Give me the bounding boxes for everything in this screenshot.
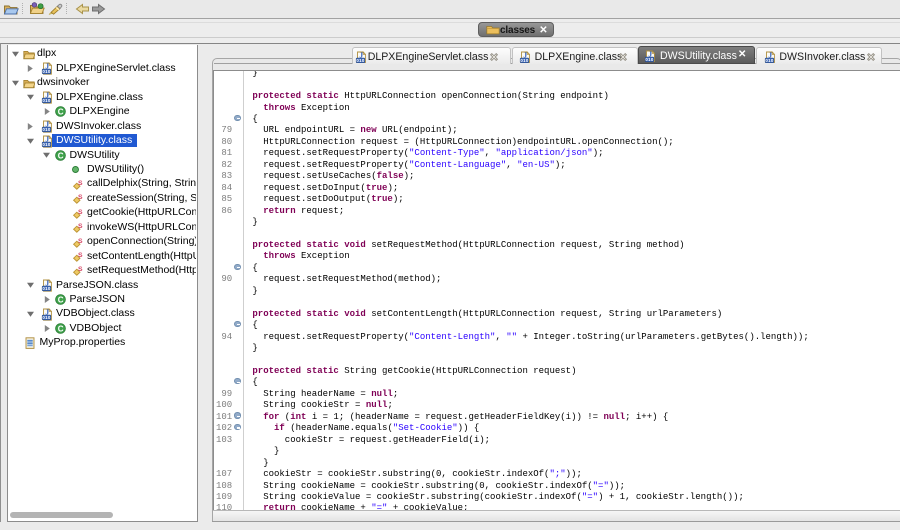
svg-text:S: S [78,267,83,274]
svg-text:010: 010 [42,69,50,74]
svg-text:C: C [58,296,64,305]
svg-text:S: S [78,180,83,187]
svg-text:S: S [78,209,83,216]
svg-text:S: S [78,238,83,245]
svg-text:C: C [58,108,64,117]
svg-text:010: 010 [521,58,529,63]
svg-text:S: S [78,223,83,230]
svg-text:010: 010 [42,286,50,291]
svg-text:010: 010 [42,315,50,320]
svg-text:010: 010 [42,141,50,146]
svg-text:010: 010 [765,58,773,63]
svg-text:S: S [78,252,83,259]
svg-text:010: 010 [357,58,365,63]
svg-text:C: C [58,325,64,334]
svg-text:S: S [78,194,83,201]
svg-text:010: 010 [645,57,653,62]
svg-text:C: C [58,151,64,160]
svg-text:010: 010 [42,98,50,103]
svg-text:010: 010 [42,127,50,132]
